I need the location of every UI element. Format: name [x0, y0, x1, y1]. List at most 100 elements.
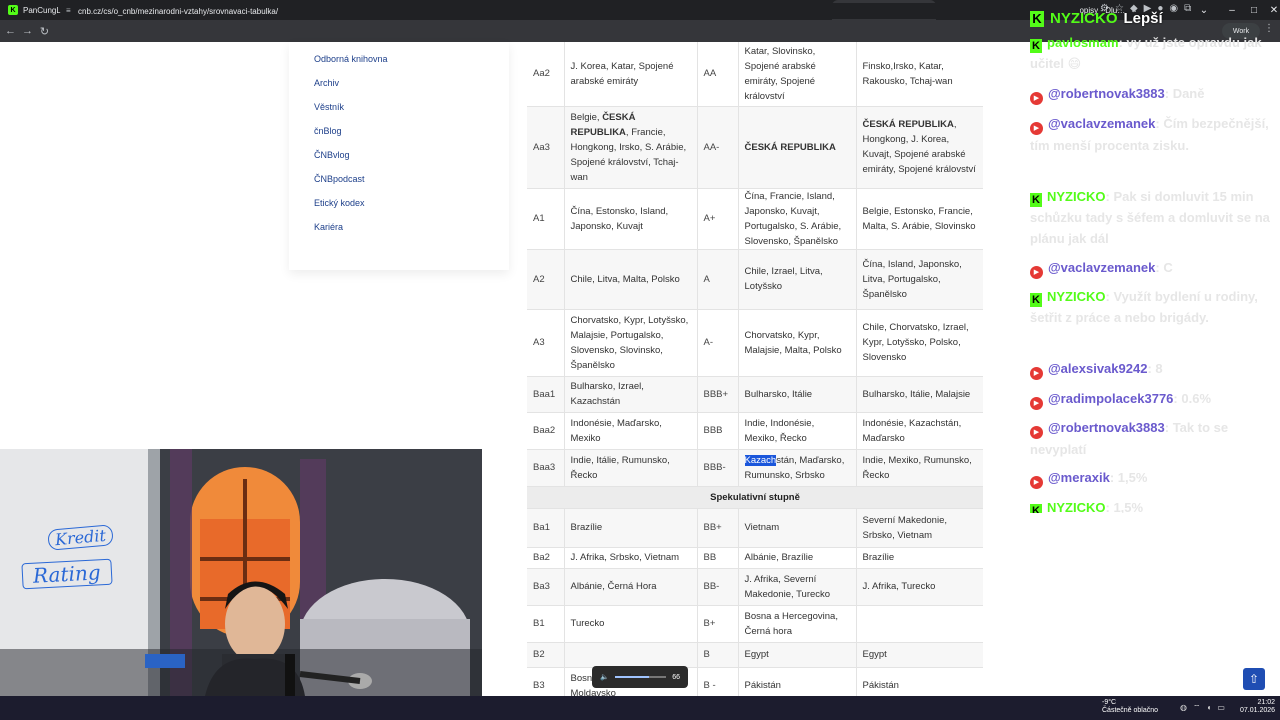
- chat-username: @meraxik: [1048, 470, 1110, 485]
- sidebar-link-archiv[interactable]: Archiv: [314, 78, 339, 88]
- chat-message: ▶ @vaclavzemanek: Čím bezpečnější, tím me…: [1030, 116, 1269, 153]
- speaker-icon: 🔈: [600, 674, 609, 681]
- country-list-cell: Indonésie, Maďarsko, Mexiko: [563, 412, 697, 450]
- chat-text: 1,5%: [1117, 470, 1148, 485]
- sidebar-link-eticky-kodex[interactable]: Etický kodex: [314, 198, 365, 208]
- rating-sp-cell: AA-: [696, 106, 738, 189]
- ratings-comparison-table: Aa2 J. Korea, Katar, Spojené arabské emir…: [527, 42, 983, 705]
- country-list-cell: J. Afrika, Turecko: [855, 568, 983, 606]
- back-icon[interactable]: ←: [2, 20, 19, 42]
- country-list-cell: Indonésie, Kazachstán, Maďarsko: [855, 412, 983, 450]
- chat-username: @vaclavzemanek: [1048, 260, 1156, 275]
- country-list-cell: Bosna a Hercegovina, Černá hora: [737, 605, 856, 643]
- country-list-cell: Chile, Chorvatsko, Izrael, Kypr, Lotyšsk…: [855, 309, 983, 377]
- rating-sp-cell: A: [696, 249, 738, 310]
- country-list-cell: Indie, Itálie, Rumunsko, Řecko: [563, 449, 697, 487]
- section-title: Spekulativní stupně: [527, 486, 983, 509]
- chat-username: @robertnovak3883: [1048, 86, 1165, 101]
- country-list-cell: Severní Makedonie, Srbsko, Vietnam: [855, 508, 983, 548]
- network-icon[interactable]: ⌔: [1193, 703, 1201, 713]
- rating-moodys-cell: A2: [527, 249, 564, 310]
- sidebar-link-odborna-knihovna[interactable]: Odborná knihovna: [314, 54, 388, 64]
- clock-date: 07.01.2026: [1240, 707, 1276, 714]
- chat-text: C: [1163, 260, 1173, 275]
- country-list-cell: Čína, Estonsko, Island, Japonsko, Kuvajt: [563, 188, 697, 250]
- sidebar-link-cnbpodcast[interactable]: ČNBpodcast: [314, 174, 365, 184]
- country-list-cell: Indie, Indonésie, Mexiko, Řecko: [737, 412, 856, 450]
- chat-text: 0.6%: [1181, 391, 1212, 406]
- kick-icon: K: [1030, 504, 1042, 513]
- rating-sp-cell: BB+: [696, 508, 738, 548]
- country-list-cell: Kazachstán, Maďarsko, Rumunsko, Srbsko: [737, 449, 856, 487]
- speaker-tray-icon[interactable]: ◖: [1207, 703, 1212, 713]
- country-list-cell: Turecko: [563, 605, 697, 643]
- rating-sp-cell: A-: [696, 309, 738, 377]
- rating-sp-cell: AA: [696, 42, 738, 107]
- rating-moodys-cell: A1: [527, 188, 564, 250]
- table-row: Baa3 Indie, Itálie, Rumunsko, Řecko BBB- Ka…: [527, 449, 983, 487]
- clock[interactable]: 21:02 07.01.2026: [1240, 699, 1275, 715]
- rating-sp-cell: BB: [696, 547, 738, 569]
- chat-username: pavlosmam: [1047, 35, 1119, 50]
- rating-moodys-cell: B2: [527, 642, 564, 668]
- volume-indicator[interactable]: 🔈 66: [592, 666, 688, 688]
- table-row: A3 Chorvatsko, Kypr, Lotyšsko, Malajsie, …: [527, 309, 983, 377]
- forward-icon[interactable]: →: [19, 20, 36, 42]
- country-list-cell: Čína, Island, Japonsko, Litva, Portugals…: [855, 249, 983, 310]
- table-row: Ba2 J. Afrika, Srbsko, Vietnam BB Albánie, …: [527, 547, 983, 569]
- rating-moodys-cell: Aa2: [527, 42, 564, 107]
- country-list-cell: Chorvatsko, Kypr, Malajsie, Malta, Polsk…: [737, 309, 856, 377]
- chat-username: @alexsivak9242: [1048, 361, 1148, 376]
- kick-icon: K: [1030, 39, 1042, 53]
- rating-moodys-cell: Baa3: [527, 449, 564, 487]
- sidebar-link-cnbvlog[interactable]: ČNBvlog: [314, 150, 350, 160]
- volume-bar[interactable]: [614, 676, 667, 678]
- youtube-icon: ▶: [1030, 367, 1043, 380]
- scroll-to-top-button[interactable]: ⇧: [1243, 668, 1265, 690]
- sidebar-link-vestnik[interactable]: Věstník: [314, 102, 344, 112]
- whiteboard-word-rating: Rating: [21, 558, 113, 590]
- country-list-cell: Katar, Slovinsko, Spojené arabské emirát…: [737, 42, 856, 107]
- volume-value: 66: [672, 673, 680, 681]
- chat-username: NYZICKO: [1047, 289, 1106, 304]
- reload-icon[interactable]: ↻: [36, 20, 53, 42]
- country-list-cell: J. Afrika, Severní Makedonie, Turecko: [737, 568, 856, 606]
- chat-username: NYZICKO: [1047, 189, 1106, 204]
- section-row: Spekulativní stupně: [527, 486, 983, 509]
- chat-message: ▶ @vaclavzemanek: C: [1030, 257, 1275, 279]
- tab-favicon-icon: K: [8, 5, 18, 15]
- table-row: A2 Chile, Litva, Malta, Polsko A Chile, Izr…: [527, 249, 983, 310]
- country-list-cell: Vietnam: [737, 508, 856, 548]
- url-text: cnb.cz/cs/o_cnb/mezinarodni-vztahy/srovn…: [78, 6, 279, 16]
- youtube-icon: ▶: [1030, 122, 1043, 135]
- chat-message: ▶ @radimpolacek3776: 0.6%: [1030, 388, 1275, 410]
- kick-icon: K: [1030, 293, 1042, 307]
- sidebar-link-cnblog[interactable]: čnBlog: [314, 126, 342, 136]
- table-row: A1 Čína, Estonsko, Island, Japonsko, Kuva…: [527, 188, 983, 250]
- weather-widget[interactable]: -9°C Částečně oblačno: [1102, 699, 1158, 715]
- chat-message: ▶ @alexsivak9242: 8: [1030, 358, 1275, 380]
- country-list-cell: Chile, Izrael, Litva, Lotyšsko: [737, 249, 856, 310]
- chat-text: Daně: [1172, 86, 1205, 101]
- chat-message: K NYZICKO: Pak si domluvit 15 min schůzku…: [1030, 189, 1270, 246]
- country-list-cell: J. Korea, Katar, Spojené arabské emiráty: [563, 42, 697, 107]
- battery-icon[interactable]: ▭: [1217, 703, 1225, 713]
- taskbar: [0, 696, 1280, 720]
- youtube-icon: ▶: [1030, 266, 1043, 279]
- country-list-cell: J. Afrika, Srbsko, Vietnam: [563, 547, 697, 569]
- system-tray: ◍ ⌔ ◖ ▭: [1180, 703, 1225, 713]
- rating-sp-cell: BBB: [696, 412, 738, 450]
- sidebar-link-kariera[interactable]: Kariéra: [314, 222, 343, 232]
- rating-moodys-cell: B1: [527, 605, 564, 643]
- country-list-cell: Albánie, Černá Hora: [563, 568, 697, 606]
- country-list-cell: Belgie, Estonsko, Francie, Malta, S. Ará…: [855, 188, 983, 250]
- tray-app-icon[interactable]: ◍: [1180, 703, 1187, 713]
- table-row: Aa2 J. Korea, Katar, Spojené arabské emir…: [527, 42, 983, 107]
- country-list-cell: Bulharsko, Izrael, Kazachstán: [563, 376, 697, 413]
- address-bar[interactable]: ≡ cnb.cz/cs/o_cnb/mezinarodni-vztahy/sro…: [60, 3, 1080, 19]
- site-info-icon[interactable]: ≡: [66, 6, 71, 15]
- chat-message: Kpavlosmam: vy už jste opravdu jak učite…: [1030, 35, 1262, 71]
- chat-message: K NYZICKO: Využít bydlení u rodiny, šetři…: [1030, 289, 1258, 325]
- country-list-cell: Belgie, ČESKÁ REPUBLIKA, Francie, Hongko…: [563, 106, 697, 189]
- rating-moodys-cell: Baa2: [527, 412, 564, 450]
